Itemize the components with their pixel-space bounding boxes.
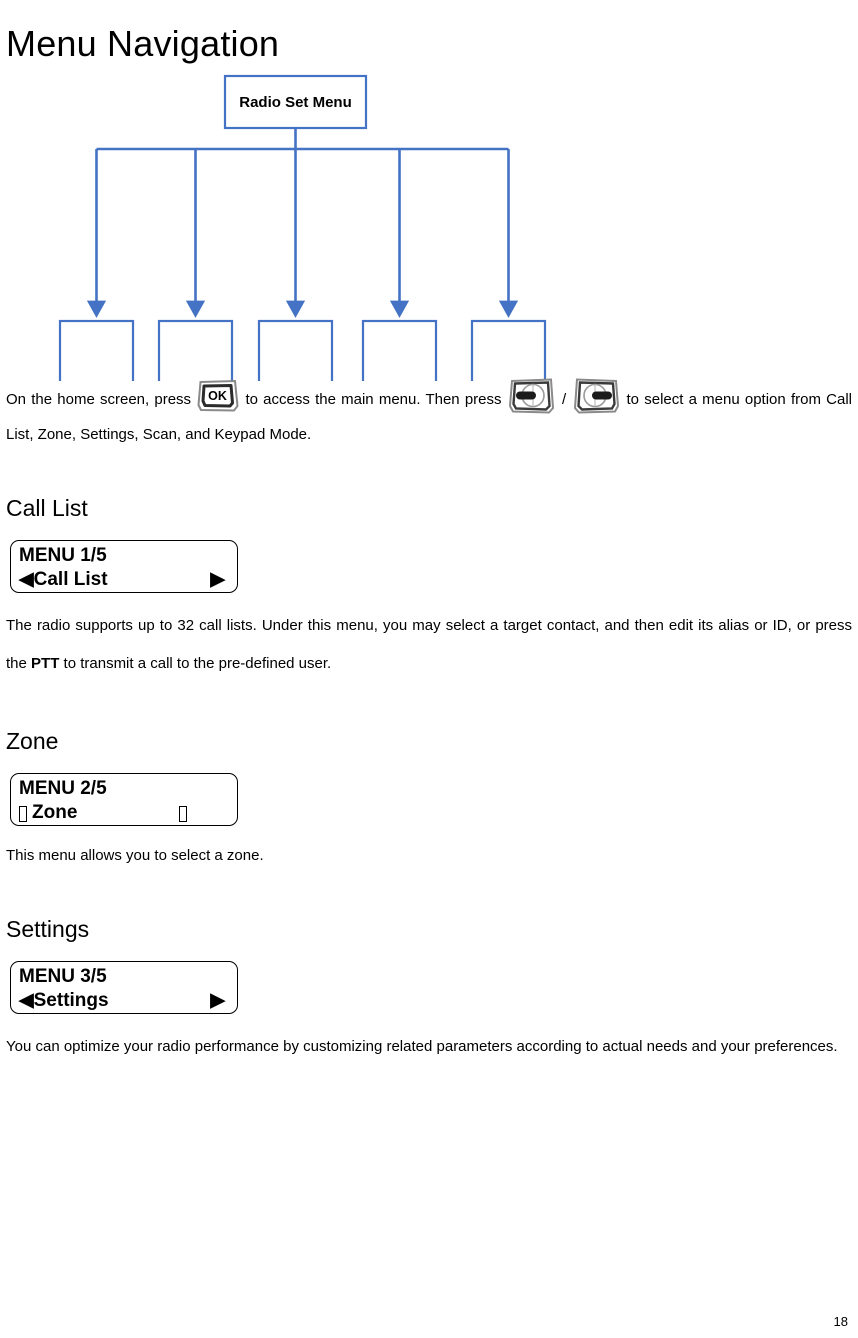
lcd-line1-settings: MENU 3/5 (19, 966, 107, 987)
diagram-node-scan: Scan (361, 319, 438, 381)
body-text-before-bold: You can optimize your radio performance … (6, 1038, 838, 1055)
svg-text:OK: OK (208, 389, 227, 403)
lcd-menu-label: Settings (33, 990, 109, 1011)
lcd-line2-call-list: ◀ Call List ▶ (19, 568, 229, 592)
ok-key-icon: OK (196, 379, 240, 413)
section-heading-zone: Zone (6, 728, 59, 754)
diagram-node-settings: Settings (257, 319, 334, 381)
body-text-bold: PTT (31, 655, 60, 672)
intro-text-part2: to access the main menu. Then press (245, 390, 502, 408)
lcd-right-arrow-icon: ▶ (210, 990, 225, 1011)
page-number: 18 (833, 1314, 848, 1329)
body-text-before-bold: This menu allows you to select a zone. (6, 847, 264, 864)
lcd-screen-settings: MENU 3/5 ◀ Settings ▶ (10, 961, 238, 1014)
right-arrow-key-icon (571, 377, 621, 415)
section-body-call-list: The radio supports up to 32 call lists. … (4, 607, 854, 683)
diagram-node-call-list: Call List (58, 319, 135, 381)
diagram-node-zone: Zone (157, 319, 234, 381)
diagram-node-root: Radio Set Menu (223, 74, 368, 130)
lcd-right-arrow-icon: ▶ (210, 569, 225, 590)
intro-paragraph: On the home screen, press OK to access t… (4, 378, 854, 450)
lcd-right-arrow-missing-glyph-icon (179, 806, 187, 822)
lcd-line1-zone: MENU 2/5 (19, 778, 107, 799)
body-text-after-bold: to transmit a call to the pre-defined us… (59, 655, 332, 672)
lcd-menu-label: Call List (33, 569, 108, 590)
diagram-node-root-label: Radio Set Menu (239, 94, 352, 111)
intro-separator: / (561, 390, 567, 408)
lcd-menu-label: Zone (32, 802, 78, 823)
lcd-left-arrow-icon: ◀ (19, 569, 34, 590)
page-title: Menu Navigation (6, 23, 280, 64)
lcd-left-arrow-missing-glyph-icon (19, 806, 27, 822)
section-body-settings: You can optimize your radio performance … (4, 1028, 854, 1066)
menu-tree-diagram: Radio Set Menu Call List Zone (4, 66, 858, 381)
intro-text-part1: On the home screen, press (6, 390, 192, 408)
lcd-line2-zone: Zone (19, 801, 229, 825)
diagram-node-keypad-mode: Keypad Mode (470, 319, 547, 381)
lcd-left-arrow-icon: ◀ (19, 990, 34, 1011)
section-heading-call-list: Call List (6, 495, 88, 521)
lcd-screen-zone: MENU 2/5 Zone (10, 773, 238, 826)
lcd-line1-call-list: MENU 1/5 (19, 545, 107, 566)
left-arrow-key-icon (507, 377, 557, 415)
document-page: Menu Navigation Radio Set Menu On the ho… (0, 0, 858, 1338)
section-heading-settings: Settings (6, 916, 90, 942)
section-body-zone: This menu allows you to select a zone. (4, 840, 854, 871)
lcd-screen-call-list: MENU 1/5 ◀ Call List ▶ (10, 540, 238, 593)
lcd-line2-settings: ◀ Settings ▶ (19, 989, 229, 1013)
